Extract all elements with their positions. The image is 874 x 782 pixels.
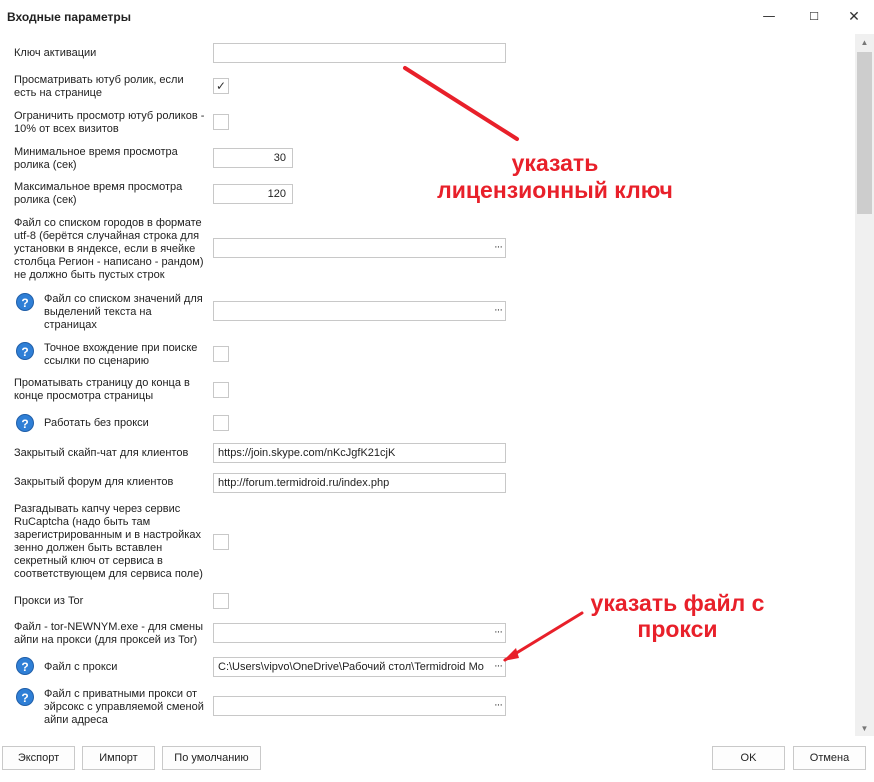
no-proxy-checkbox[interactable] xyxy=(213,415,229,431)
help-icon[interactable]: ? xyxy=(16,342,34,360)
license-key-annotation-line2: лицензионный ключ xyxy=(437,177,673,203)
proxy-file-picker[interactable]: C:\Users\vipvo\OneDrive\Рабочий стол\Ter… xyxy=(213,657,506,677)
browse-icon[interactable]: ··· xyxy=(494,624,503,641)
highlight-file-picker[interactable]: ··· xyxy=(213,301,506,321)
help-icon[interactable]: ? xyxy=(16,293,34,311)
cities-file-picker[interactable]: ··· xyxy=(213,238,506,258)
cities-file-label: Файл со списком городов в формате utf-8 … xyxy=(14,217,204,281)
private-proxy-file-label: Файл с приватными прокси от эйрсокс с уп… xyxy=(44,688,204,726)
forum-label: Закрытый форум для клиентов xyxy=(14,476,174,488)
cancel-button[interactable]: Отмена xyxy=(793,746,866,770)
min-watch-time-input[interactable]: 30 xyxy=(213,148,293,168)
button-bar: Экспорт Импорт По умолчанию OK Отмена xyxy=(0,736,874,782)
activation-key-label: Ключ активации xyxy=(14,47,97,59)
import-button[interactable]: Импорт xyxy=(82,746,155,770)
limit-youtube-checkbox[interactable] xyxy=(213,114,229,130)
window-title: Входные параметры xyxy=(7,10,131,24)
proxy-file-annotation-line2: прокси xyxy=(637,616,718,642)
defaults-button[interactable]: По умолчанию xyxy=(162,746,261,770)
help-icon[interactable]: ? xyxy=(16,657,34,675)
tor-proxy-checkbox[interactable] xyxy=(213,593,229,609)
help-icon[interactable]: ? xyxy=(16,414,34,432)
private-proxy-file-picker[interactable]: ··· xyxy=(213,696,506,716)
tor-proxy-label: Прокси из Tor xyxy=(14,595,84,607)
min-watch-time-label: Минимальное время просмотра ролика (сек) xyxy=(14,146,178,171)
exact-match-label: Точное вхождение при поиске ссылки по сц… xyxy=(44,342,198,367)
close-button[interactable]: ✕ xyxy=(834,5,874,29)
browse-icon[interactable]: ··· xyxy=(494,697,503,714)
scroll-down-arrow-icon[interactable]: ▼ xyxy=(855,722,874,736)
scrollbar-thumb[interactable] xyxy=(857,52,872,214)
proxy-file-annotation-line1: указать файл с xyxy=(590,590,765,616)
max-watch-time-input[interactable]: 120 xyxy=(213,184,293,204)
rucaptcha-label: Разгадывать капчу через сервис RuCaptcha… xyxy=(14,503,203,580)
help-icon[interactable]: ? xyxy=(16,688,34,706)
activation-key-input[interactable] xyxy=(213,43,506,63)
browse-icon[interactable]: ··· xyxy=(494,302,503,319)
forum-input[interactable]: http://forum.termidroid.ru/index.php xyxy=(213,473,506,493)
tor-newnym-label: Файл - tor-NEWNYM.exe - для смены айпи н… xyxy=(14,621,204,646)
highlight-file-label: Файл со списком значений для выделений т… xyxy=(44,293,203,331)
watch-youtube-label: Просматривать ютуб ролик, если есть на с… xyxy=(14,74,184,99)
watch-youtube-checkbox[interactable]: ✓ xyxy=(213,78,229,94)
export-button[interactable]: Экспорт xyxy=(2,746,75,770)
max-watch-time-label: Максимальное время просмотра ролика (сек… xyxy=(14,181,183,206)
skype-chat-input[interactable]: https://join.skype.com/nKcJgfK21cjK xyxy=(213,443,506,463)
limit-youtube-label: Ограничить просмотр ютуб роликов - 10% о… xyxy=(14,110,205,135)
vertical-scrollbar[interactable]: ▲ ▼ xyxy=(855,34,874,736)
minimize-button[interactable]: — xyxy=(749,5,789,29)
no-proxy-label: Работать без прокси xyxy=(44,417,149,429)
skype-chat-label: Закрытый скайп-чат для клиентов xyxy=(14,447,189,459)
scroll-page-label: Проматывать страницу до конца в конце пр… xyxy=(14,377,190,402)
tor-newnym-picker[interactable]: ··· xyxy=(213,623,506,643)
proxy-file-label: Файл с прокси xyxy=(44,661,118,673)
maximize-button[interactable]: ☐ xyxy=(794,5,834,29)
title-bar: Входные параметры — ☐ ✕ xyxy=(0,0,874,34)
scroll-up-arrow-icon[interactable]: ▲ xyxy=(855,36,874,50)
browse-icon[interactable]: ··· xyxy=(494,239,503,256)
exact-match-checkbox[interactable] xyxy=(213,346,229,362)
scroll-page-checkbox[interactable] xyxy=(213,382,229,398)
browse-icon[interactable]: ··· xyxy=(494,658,503,675)
proxy-file-path: C:\Users\vipvo\OneDrive\Рабочий стол\Ter… xyxy=(218,661,484,673)
license-key-annotation-line1: указать xyxy=(511,150,599,176)
ok-button[interactable]: OK xyxy=(712,746,785,770)
checkmark-icon: ✓ xyxy=(215,79,227,93)
rucaptcha-checkbox[interactable] xyxy=(213,534,229,550)
